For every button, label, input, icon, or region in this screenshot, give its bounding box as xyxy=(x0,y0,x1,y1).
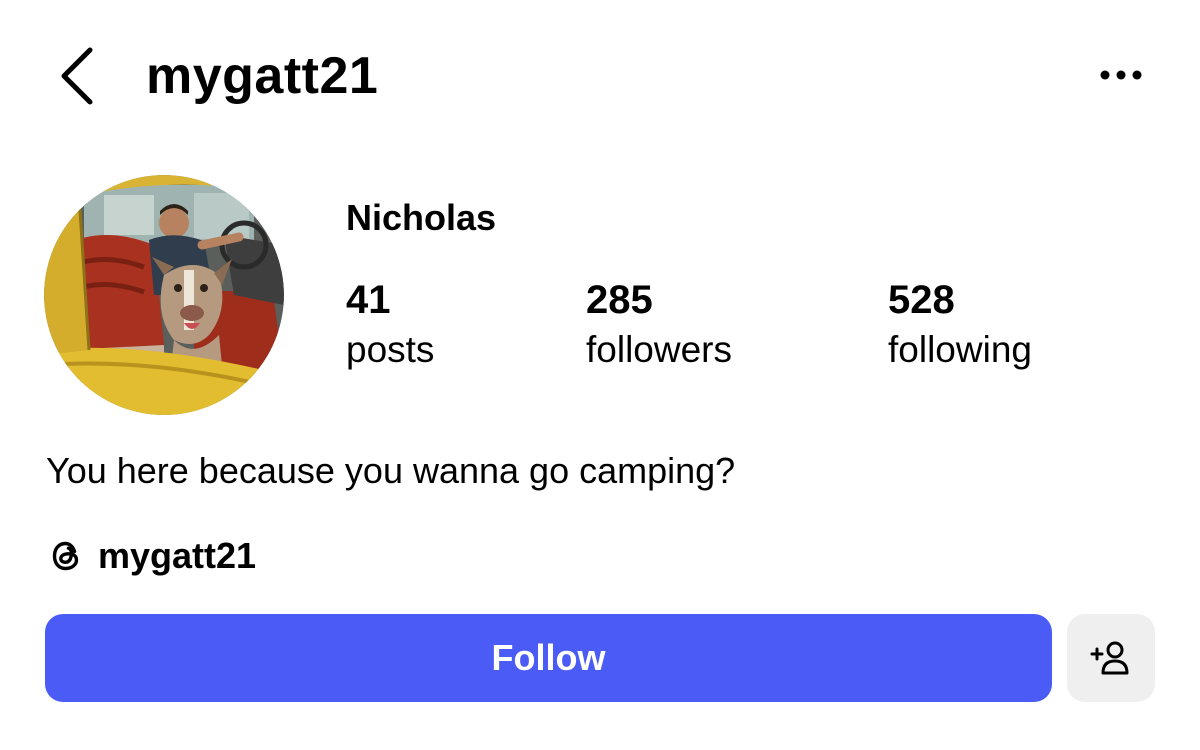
stat-following-label: following xyxy=(888,329,1032,370)
add-user-icon xyxy=(1090,641,1129,675)
stat-following-count: 528 xyxy=(888,278,955,322)
suggested-accounts-button[interactable] xyxy=(1067,614,1155,702)
follow-button[interactable]: Follow xyxy=(45,614,1052,702)
more-options-button[interactable] xyxy=(1092,60,1150,90)
stat-posts-label: posts xyxy=(346,329,435,370)
profile-bio: You here because you wanna go camping? xyxy=(46,450,736,491)
stat-followers[interactable]: 285 followers xyxy=(586,276,732,374)
profile-username-title: mygatt21 xyxy=(146,47,379,105)
display-name: Nicholas xyxy=(346,197,497,238)
profile-photo xyxy=(44,175,284,415)
follow-button-label: Follow xyxy=(491,637,606,678)
profile-page: mygatt21 Nicholas 41 posts 285 followers… xyxy=(0,0,1200,750)
stat-followers-count: 285 xyxy=(586,278,653,322)
avatar[interactable] xyxy=(44,175,284,415)
back-button[interactable] xyxy=(52,42,104,110)
threads-handle: mygatt21 xyxy=(98,535,257,576)
stat-following[interactable]: 528 following xyxy=(888,276,1032,374)
stat-posts[interactable]: 41 posts xyxy=(346,276,434,374)
stat-followers-label: followers xyxy=(586,329,732,370)
more-horizontal-icon xyxy=(1100,70,1142,80)
stat-posts-count: 41 xyxy=(346,278,391,322)
threads-icon xyxy=(46,536,86,576)
threads-profile-link[interactable]: mygatt21 xyxy=(46,532,256,580)
chevron-left-icon xyxy=(61,47,93,105)
